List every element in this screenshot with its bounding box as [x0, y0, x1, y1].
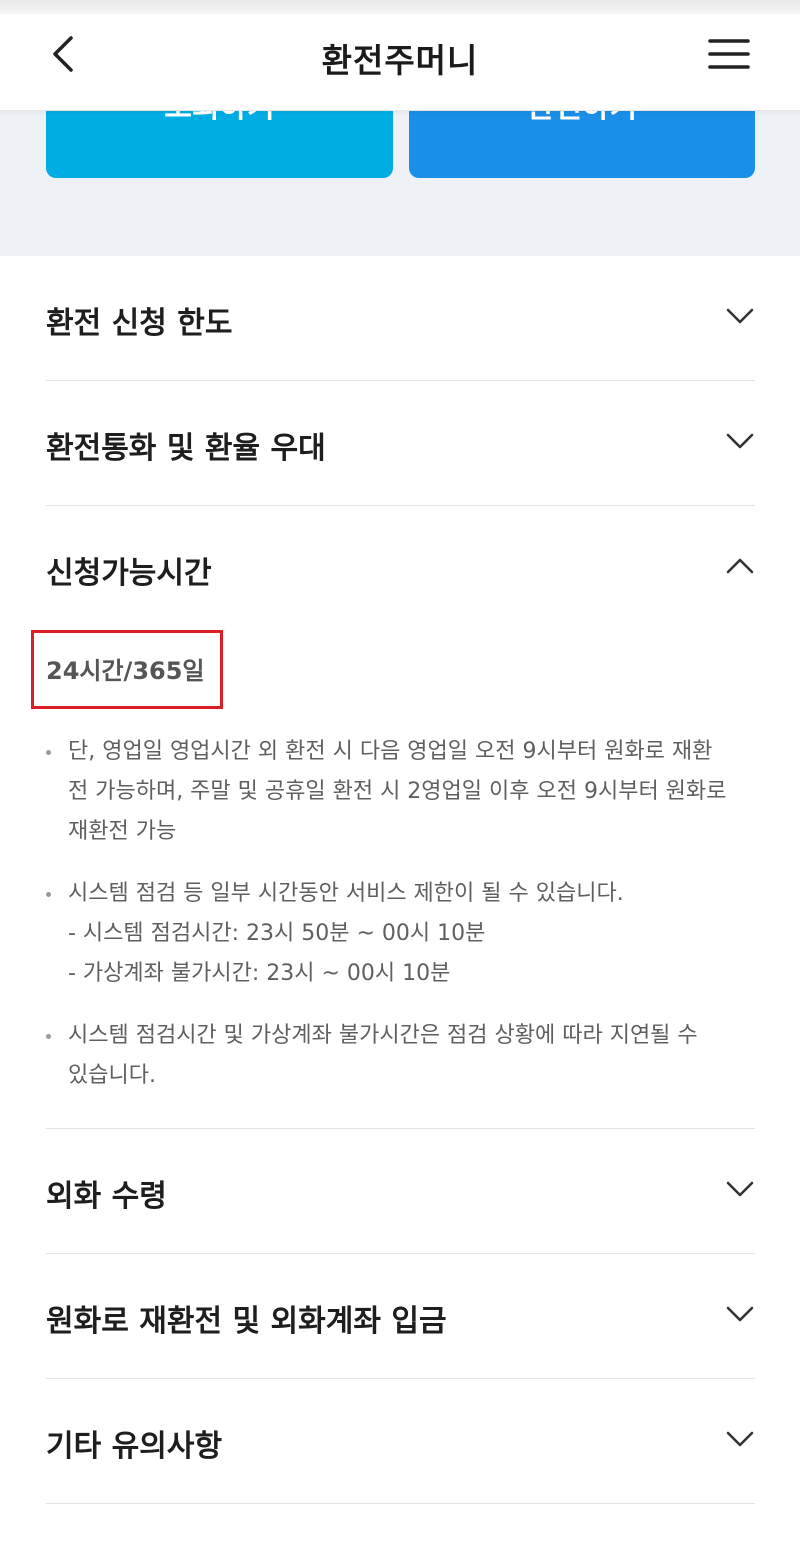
menu-button[interactable] [708, 36, 750, 72]
chevron-down-icon [726, 1431, 754, 1447]
notice-line: 시스템 점검시간 및 가상계좌 불가시간은 점검 상황에 따라 지연될 수 [68, 1023, 698, 1048]
notice-line: - 가상계좌 불가시간: 23시 ~ 00시 10분 [68, 961, 451, 986]
accordion-content: 24시간/365일 단, 영업일 영업시간 외 환전 시 다음 영업일 오전 9… [31, 630, 755, 1110]
notice-list: 단, 영업일 영업시간 외 환전 시 다음 영업일 오전 9시부터 원화로 재환… [46, 732, 755, 1118]
accordion-header[interactable]: 환전 신청 한도 [46, 256, 755, 381]
accordion-header[interactable]: 외화 수령 [46, 1129, 755, 1254]
section-title: 환전통화 및 환율 우대 [46, 431, 326, 466]
chevron-down-icon [726, 433, 754, 449]
accordion-exchange-limit: 환전 신청 한도 [46, 256, 755, 381]
bullet-icon [46, 750, 51, 755]
available-hours-text: 24시간/365일 [46, 657, 205, 685]
notice-line: 시스템 점검 등 일부 시간동안 서비스 제한이 될 수 있습니다. [68, 881, 624, 906]
chevron-down-icon [726, 1181, 754, 1197]
bullet-icon [46, 892, 51, 897]
section-title: 신청가능시간 [46, 556, 212, 591]
hamburger-menu-icon [708, 39, 750, 69]
page-title: 환전주머니 [321, 41, 479, 80]
section-title: 외화 수령 [46, 1179, 167, 1214]
accordion-header[interactable]: 기타 유의사항 [46, 1379, 755, 1504]
accordion-header[interactable]: 원화로 재환전 및 외화계좌 입금 [46, 1254, 755, 1379]
notice-item: 시스템 점검시간 및 가상계좌 불가시간은 점검 상황에 따라 지연될 수 있습… [46, 1016, 755, 1096]
accordion-available-hours: 신청가능시간 24시간/365일 단, 영업일 영업시간 외 환전 시 다음 영… [31, 506, 755, 1129]
bullet-icon [46, 1034, 51, 1039]
accordion-header[interactable]: 환전통화 및 환율 우대 [46, 381, 755, 506]
notice-line: 전 가능하며, 주말 및 공휴일 환전 시 2영업일 이후 오전 9시부터 원화… [68, 779, 727, 804]
chevron-down-icon [726, 308, 754, 324]
notice-line: 있습니다. [68, 1063, 156, 1088]
chevron-down-icon [726, 1306, 754, 1322]
app-header: 환전주머니 [0, 14, 800, 111]
chevron-up-icon [726, 558, 754, 574]
notice-line: - 시스템 점검시간: 23시 50분 ~ 00시 10분 [68, 921, 486, 946]
notice-line: 재환전 가능 [68, 819, 177, 844]
status-bar [0, 0, 800, 14]
section-title: 기타 유의사항 [46, 1429, 223, 1464]
action-button-area: 조회하기 환전하기 [0, 99, 800, 256]
section-title: 원화로 재환전 및 외화계좌 입금 [46, 1304, 447, 1339]
accordion-foreign-currency-receipt: 외화 수령 [46, 1129, 755, 1254]
accordion-header[interactable]: 신청가능시간 [46, 506, 755, 631]
accordion-reexchange-deposit: 원화로 재환전 및 외화계좌 입금 [46, 1254, 755, 1379]
notice-line: 단, 영업일 영업시간 외 환전 시 다음 영업일 오전 9시부터 원화로 재환 [68, 739, 713, 764]
notice-item: 단, 영업일 영업시간 외 환전 시 다음 영업일 오전 9시부터 원화로 재환… [46, 732, 755, 852]
accordion-currency-rate: 환전통화 및 환율 우대 [46, 381, 755, 506]
accordion-other-notes: 기타 유의사항 [46, 1379, 755, 1504]
section-title: 환전 신청 한도 [46, 306, 233, 341]
notice-item: 시스템 점검 등 일부 시간동안 서비스 제한이 될 수 있습니다. - 시스템… [46, 874, 755, 994]
